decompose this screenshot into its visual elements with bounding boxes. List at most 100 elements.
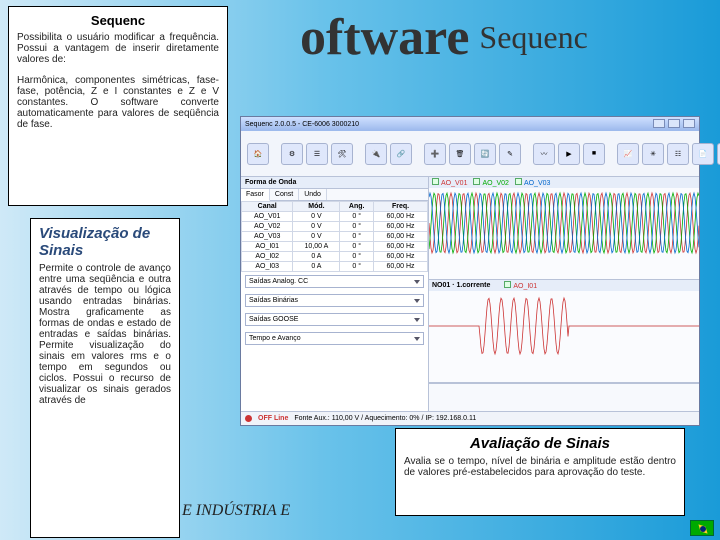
ribbon-report-icon[interactable]: 📄 [692,143,714,165]
table-row[interactable]: AO_I0110,00 A0 °60,00 Hz [242,242,428,252]
legend-i01[interactable]: AO_I01 [513,283,537,290]
dropdown-tempo-avanco[interactable]: Tempo e Avanço [245,332,424,345]
chevron-down-icon [414,318,420,322]
table-cell[interactable]: 60,00 Hz [374,252,428,262]
info-box-sequenc-p1: Possibilita o usuário modificar a frequê… [17,32,219,65]
app-window: Sequenc 2.0.0.5 - CE-6006 3000210 🏠 ⚙ ☰ … [240,116,700,426]
table-cell[interactable]: AO_V01 [242,212,293,222]
info-box-sequenc-heading: Sequenc [17,13,219,28]
window-close-button[interactable] [683,119,695,128]
legend-v02[interactable]: AO_V02 [482,180,508,187]
table-cell[interactable]: 0 A [293,252,340,262]
app-titlebar[interactable]: Sequenc 2.0.0.5 - CE-6006 3000210 [241,117,699,131]
ribbon-toolbar: 🏠 ⚙ ☰ 🛠 🔌 🔗 ➕ 🗑 🔄 ✎ 〰 [241,131,699,177]
chevron-down-icon [414,299,420,303]
dropdown-label: Saídas Analog. CC [249,278,308,285]
chart-current: NO01 · 1.corrente AO_I01 [429,280,699,383]
ribbon-connect-icon[interactable]: 🔌 [365,143,387,165]
ribbon-list-icon[interactable]: ☷ [667,143,689,165]
table-cell[interactable]: 0 A [293,262,340,272]
table-cell[interactable]: 10,00 A [293,242,340,252]
table-cell[interactable]: 0 V [293,212,340,222]
table-cell[interactable]: AO_V03 [242,232,293,242]
ribbon-add-icon[interactable]: ➕ [424,143,446,165]
table-cell[interactable]: 60,00 Hz [374,212,428,222]
window-minimize-button[interactable] [653,119,665,128]
app-title: Sequenc 2.0.0.5 - CE-6006 3000210 [245,121,359,128]
table-row[interactable]: AO_I020 A0 °60,00 Hz [242,252,428,262]
table-cell[interactable]: 0 V [293,222,340,232]
ribbon-link-icon[interactable]: 🔗 [390,143,412,165]
table-cell[interactable]: 0 ° [340,222,374,232]
chart2-title: NO01 · 1.corrente [432,282,490,289]
info-box-sequenc: Sequenc Possibilita o usuário modificar … [8,6,228,206]
dropdown-saidas-analog[interactable]: Saídas Analog. CC [245,275,424,288]
brazil-flag-icon[interactable] [690,520,714,536]
table-cell[interactable]: 60,00 Hz [374,222,428,232]
table-cell[interactable]: 0 ° [340,252,374,262]
info-box-avaliacao: Avaliação de Sinais Avalia se o tempo, n… [395,428,685,516]
chevron-down-icon [414,337,420,341]
info-box-visualizacao: Visualização de Sinais Permite o control… [30,218,180,538]
status-bar: OFF Line Fonte Aux.: 110,00 V / Aquecime… [241,411,699,425]
ribbon-edit-icon[interactable]: ✎ [499,143,521,165]
footer-text: E INDÚSTRIA E [182,502,290,520]
left-panel: Forma de Onda Fasor Const Undo Canal Mód… [241,177,429,411]
dropdown-saidas-goose[interactable]: Saídas GOOSE [245,313,424,326]
page-title-sub: Sequenc [479,19,587,55]
table-cell[interactable]: 60,00 Hz [374,262,428,272]
tab-const[interactable]: Const [270,189,299,200]
table-row[interactable]: AO_V030 V0 °60,00 Hz [242,232,428,242]
dropdown-label: Saídas Binárias [249,297,298,304]
ribbon-phasor-icon[interactable]: ✳ [642,143,664,165]
table-cell[interactable]: AO_I03 [242,262,293,272]
chevron-down-icon [414,280,420,284]
ribbon-wave-icon[interactable]: 〰 [533,143,555,165]
ribbon-home-icon[interactable]: 🏠 [247,143,269,165]
col-freq: Freq. [374,202,428,212]
ribbon-settings-icon[interactable]: ⚙ [281,143,303,165]
info-box-sequenc-p2: Harmônica, componentes simétricas, fase-… [17,75,219,130]
info-box-visualizacao-heading: Visualização de Sinais [39,225,171,259]
bottom-tabs[interactable] [429,383,699,411]
table-row[interactable]: AO_V010 V0 °60,00 Hz [242,212,428,222]
status-mode: OFF Line [258,415,288,422]
ribbon-config-icon[interactable]: 🛠 [331,143,353,165]
table-cell[interactable]: 0 V [293,232,340,242]
tab-fasor[interactable]: Fasor [241,189,270,201]
col-ang: Ang. [340,202,374,212]
left-panel-tabs: Fasor Const Undo [241,189,428,201]
dropdown-label: Tempo e Avanço [249,335,301,342]
tab-undo[interactable]: Undo [299,189,327,200]
table-cell[interactable]: AO_V02 [242,222,293,232]
table-cell[interactable]: 0 ° [340,232,374,242]
window-maximize-button[interactable] [668,119,680,128]
ribbon-delete-icon[interactable]: 🗑 [449,143,471,165]
table-cell[interactable]: 0 ° [340,262,374,272]
table-cell[interactable]: 0 ° [340,242,374,252]
dropdown-label: Saídas GOOSE [249,316,298,323]
legend-v03[interactable]: AO_V03 [524,180,550,187]
table-cell[interactable]: AO_I02 [242,252,293,262]
ribbon-chart-icon[interactable]: 📈 [617,143,639,165]
info-box-avaliacao-p1: Avalia se o tempo, nível de binária e am… [404,456,676,478]
legend-v01[interactable]: AO_V01 [441,180,467,187]
table-row[interactable]: AO_I030 A0 °60,00 Hz [242,262,428,272]
ribbon-refresh-icon[interactable]: 🔄 [474,143,496,165]
col-mod: Mód. [293,202,340,212]
ribbon-stop-icon[interactable]: ■ [583,143,605,165]
dropdown-saidas-binarias[interactable]: Saídas Binárias [245,294,424,307]
table-cell[interactable]: 0 ° [340,212,374,222]
table-row[interactable]: AO_V020 V0 °60,00 Hz [242,222,428,232]
table-cell[interactable]: AO_I01 [242,242,293,252]
status-indicator-icon [245,415,252,422]
status-info: Fonte Aux.: 110,00 V / Aquecimento: 0% /… [294,415,476,422]
info-box-visualizacao-p1: Permite o controle de avanço entre uma s… [39,263,171,406]
table-cell[interactable]: 60,00 Hz [374,242,428,252]
table-cell[interactable]: 60,00 Hz [374,232,428,242]
col-channel: Canal [242,202,293,212]
chart-voltage: AO_V01 AO_V02 AO_V03 [429,177,699,280]
ribbon-channels-icon[interactable]: ☰ [306,143,328,165]
channel-table[interactable]: Canal Mód. Ang. Freq. AO_V010 V0 °60,00 … [241,201,428,272]
ribbon-play-icon[interactable]: ▶ [558,143,580,165]
